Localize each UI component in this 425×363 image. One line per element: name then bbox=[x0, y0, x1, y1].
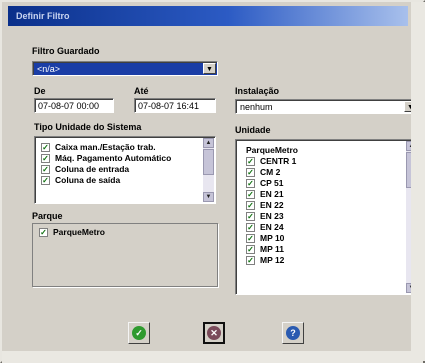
checkbox-checked-icon[interactable]: ✓ bbox=[246, 168, 255, 177]
date-to-field[interactable]: 07-08-07 16:41 bbox=[134, 98, 216, 113]
window-right-edge bbox=[411, 2, 425, 361]
date-to-value: 07-08-07 16:41 bbox=[138, 101, 200, 111]
park-list[interactable]: ✓ ParqueMetro bbox=[32, 223, 218, 287]
park-label: Parque bbox=[32, 211, 63, 221]
saved-filter-value: <n/a> bbox=[37, 64, 61, 74]
list-item[interactable]: ✓ EN 23 bbox=[246, 211, 298, 222]
list-item[interactable]: ✓ MP 11 bbox=[246, 244, 298, 255]
checkbox-checked-icon[interactable]: ✓ bbox=[41, 143, 50, 152]
checkbox-checked-icon[interactable]: ✓ bbox=[39, 228, 48, 237]
filter-dialog: Definir Filtro Filtro Guardado <n/a> ▼ D… bbox=[0, 0, 425, 363]
unit-type-label: Tipo Unidade do Sistema bbox=[34, 122, 142, 132]
list-item[interactable]: ✓ MP 12 bbox=[246, 255, 298, 266]
window-bottom-edge bbox=[2, 351, 423, 363]
checkbox-checked-icon[interactable]: ✓ bbox=[246, 223, 255, 232]
unit-type-scrollbar[interactable]: ▲ ▼ bbox=[203, 138, 214, 202]
close-icon: ✕ bbox=[207, 326, 221, 340]
title-bar: Definir Filtro bbox=[8, 6, 408, 26]
checkbox-checked-icon[interactable]: ✓ bbox=[41, 176, 50, 185]
date-from-label: De bbox=[34, 86, 46, 96]
unit-list[interactable]: ParqueMetro ✓ CENTR 1 ✓ CM 2 ✓ CP 51 ✓ EN 21… bbox=[235, 139, 419, 295]
unit-type-list[interactable]: ✓ Caixa man./Estação trab. ✓ Máq. Pagament… bbox=[34, 136, 216, 204]
list-item[interactable]: ✓ Coluna de entrada bbox=[41, 164, 171, 175]
unit-list-header: ParqueMetro bbox=[246, 145, 298, 155]
checkbox-checked-icon[interactable]: ✓ bbox=[41, 165, 50, 174]
checkbox-checked-icon[interactable]: ✓ bbox=[246, 201, 255, 210]
date-to-label: Até bbox=[134, 86, 149, 96]
help-button[interactable]: ? bbox=[282, 322, 304, 344]
checkbox-checked-icon[interactable]: ✓ bbox=[246, 212, 255, 221]
checkbox-checked-icon[interactable]: ✓ bbox=[41, 154, 50, 163]
checkbox-checked-icon[interactable]: ✓ bbox=[246, 179, 255, 188]
list-item[interactable]: ✓ Coluna de saída bbox=[41, 175, 171, 186]
list-item[interactable]: ✓ ParqueMetro bbox=[39, 227, 105, 238]
checkbox-checked-icon[interactable]: ✓ bbox=[246, 245, 255, 254]
ok-button[interactable]: ✓ bbox=[128, 322, 150, 344]
scroll-thumb[interactable] bbox=[203, 149, 214, 175]
installation-select[interactable]: nenhum ▼ bbox=[235, 99, 419, 114]
list-item[interactable]: ✓ Caixa man./Estação trab. bbox=[41, 142, 171, 153]
list-item[interactable]: ✓ EN 22 bbox=[246, 200, 298, 211]
date-from-field[interactable]: 07-08-07 00:00 bbox=[34, 98, 114, 113]
checkmark-icon: ✓ bbox=[132, 326, 146, 340]
installation-value: nenhum bbox=[240, 102, 273, 112]
saved-filter-label: Filtro Guardado bbox=[32, 46, 100, 56]
checkbox-checked-icon[interactable]: ✓ bbox=[246, 190, 255, 199]
list-item[interactable]: ✓ CM 2 bbox=[246, 167, 298, 178]
list-item[interactable]: ✓ Máq. Pagamento Automático bbox=[41, 153, 171, 164]
window-title: Definir Filtro bbox=[16, 11, 70, 21]
checkbox-checked-icon[interactable]: ✓ bbox=[246, 256, 255, 265]
list-item[interactable]: ✓ EN 21 bbox=[246, 189, 298, 200]
list-item[interactable]: ✓ CENTR 1 bbox=[246, 156, 298, 167]
cancel-button[interactable]: ✕ bbox=[203, 322, 225, 344]
checkbox-checked-icon[interactable]: ✓ bbox=[246, 157, 255, 166]
saved-filter-select[interactable]: <n/a> ▼ bbox=[32, 61, 218, 76]
saved-filter-dropdown-icon[interactable]: ▼ bbox=[203, 63, 216, 74]
list-item[interactable]: ✓ EN 24 bbox=[246, 222, 298, 233]
scroll-down-icon[interactable]: ▼ bbox=[203, 192, 214, 202]
checkbox-checked-icon[interactable]: ✓ bbox=[246, 234, 255, 243]
list-item[interactable]: ✓ CP 51 bbox=[246, 178, 298, 189]
installation-label: Instalação bbox=[235, 86, 280, 96]
help-icon: ? bbox=[286, 326, 300, 340]
list-item[interactable]: ✓ MP 10 bbox=[246, 233, 298, 244]
date-from-value: 07-08-07 00:00 bbox=[38, 101, 100, 111]
unit-label: Unidade bbox=[235, 125, 271, 135]
scroll-up-icon[interactable]: ▲ bbox=[203, 138, 214, 148]
